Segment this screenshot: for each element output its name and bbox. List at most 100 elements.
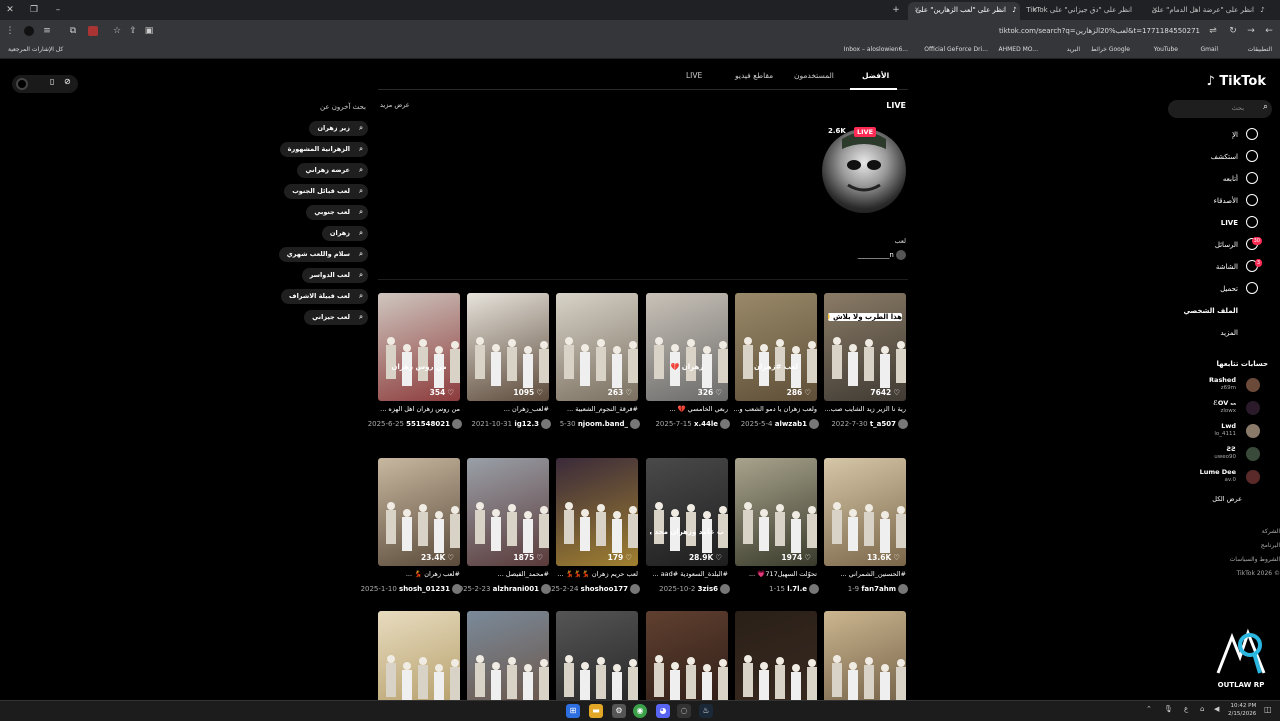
clock[interactable]: 10:42 PM 2/15/2026 — [1228, 702, 1256, 718]
bookmark-geforce[interactable]: Official GeForce Dri... — [924, 42, 988, 58]
extensions-puzzle-icon[interactable]: ⧉ — [66, 21, 80, 41]
bookmark-youtube[interactable]: YouTube — [1154, 42, 1178, 58]
following-account[interactable]: ℰOV ₛₐ zlowx — [1170, 398, 1260, 420]
close-tab-icon[interactable]: ✕ — [1152, 2, 1158, 18]
video-caption[interactable]: ولعب زهران يا دمو الشعب و... — [731, 405, 817, 413]
forward-icon[interactable]: → — [1244, 21, 1258, 41]
app-icon[interactable]: ◌ — [677, 704, 691, 718]
video-username[interactable]: x.44le — [694, 420, 718, 428]
nav-item-messages[interactable]: الرسائل 30 — [1168, 236, 1262, 254]
nav-item-compass[interactable]: استكشف — [1168, 148, 1258, 166]
mic-icon[interactable]: 🎙 — [1164, 705, 1173, 713]
share-icon[interactable]: ⇪ — [126, 21, 140, 41]
show-more-link[interactable]: عرض مزيد — [380, 101, 410, 109]
video-card[interactable]: 263 ♡ — [556, 293, 638, 401]
bookmark-maps[interactable]: خرائط Google — [1091, 42, 1130, 58]
toggle-icon[interactable] — [16, 78, 28, 90]
chrome-icon[interactable]: ◉ — [633, 704, 647, 718]
live-user[interactable]: n_________ — [858, 250, 906, 260]
video-caption[interactable]: #محمد_الفيصل ... — [463, 570, 549, 578]
video-caption[interactable]: #فرقة_النجوم_الشعبية ... — [552, 405, 638, 413]
device-icon[interactable]: ▯ — [50, 77, 54, 86]
related-search-chip[interactable]: ⌕ زهران — [321, 226, 368, 241]
footer-terms[interactable]: الشروط والسياسات — [1230, 553, 1280, 567]
video-username[interactable]: t_a507 — [870, 420, 896, 428]
language-icon[interactable]: ع — [1184, 705, 1188, 713]
install-app-icon[interactable]: ▣ — [142, 21, 156, 41]
video-username[interactable]: njoom.band_ — [578, 420, 628, 428]
see-all-link[interactable]: عرض الكل — [1212, 495, 1242, 503]
bookmark-gmail[interactable]: Gmail — [1200, 42, 1218, 58]
video-card[interactable]: 13.6K ♡ — [824, 458, 906, 566]
related-search-chip[interactable]: ⌕ عرضه زهراني — [297, 163, 368, 178]
reload-icon[interactable]: ↻ — [1226, 21, 1240, 41]
close-tab-icon[interactable]: ✕ — [1032, 2, 1038, 18]
settings-icon[interactable]: ⊘ — [64, 77, 71, 86]
extension-badge-icon[interactable] — [88, 26, 98, 36]
related-search-chip[interactable]: ⌕ لعب قبيلة الاشراف — [281, 289, 368, 304]
video-card[interactable]: من روس زهران 354 ♡ — [378, 293, 460, 401]
bookmark-apps[interactable]: التطبيقات — [1248, 42, 1272, 58]
related-search-chip[interactable]: ⌕ لعب قبائل الجنوب — [284, 184, 368, 199]
extension-icon[interactable]: ≡ — [40, 21, 54, 41]
following-account[interactable]: Rashed z69m — [1170, 375, 1260, 397]
menu-dots-icon[interactable]: ⋮ — [0, 21, 20, 41]
video-card[interactable]: 1095 ♡ — [467, 293, 549, 401]
steam-icon[interactable]: ♨ — [699, 704, 713, 718]
video-caption[interactable]: #الحسنين_الشمراني ... — [820, 570, 906, 578]
site-settings-icon[interactable]: ⇌ — [1206, 21, 1220, 41]
video-caption[interactable]: #البلدة_السعودية #aad ... — [642, 570, 728, 578]
video-card[interactable]: 1875 ♡ — [467, 458, 549, 566]
tab-videos[interactable]: مقاطع فيديو — [735, 71, 773, 80]
nav-item-upload[interactable]: تحميل — [1168, 280, 1258, 298]
close-tab-icon[interactable]: ✕ — [914, 2, 920, 18]
tab-top[interactable]: الأفضل — [862, 71, 889, 80]
video-card[interactable]: لعب #زهران 286 ♡ — [735, 293, 817, 401]
search-icon[interactable]: ⌕ — [1263, 102, 1268, 112]
video-username[interactable]: l.7l.e — [787, 585, 807, 593]
related-search-chip[interactable]: ⌕ الزهرانية المشهورة — [279, 142, 368, 157]
profile-avatar-icon[interactable] — [24, 26, 34, 36]
tiktok-logo[interactable]: ♪ TikTok — [1206, 74, 1266, 89]
video-username[interactable]: alzhrani001 — [493, 585, 539, 593]
following-account[interactable]: Lwd lo_4111 — [1170, 421, 1260, 443]
video-username[interactable]: shosh_01231 — [399, 585, 450, 593]
search-input[interactable]: بحث — [1232, 104, 1244, 112]
video-card[interactable]: 23.4K ♡ — [378, 458, 460, 566]
nav-item-friends[interactable]: الأصدقاء — [1168, 192, 1258, 210]
maximize-window-icon[interactable]: ❐ — [24, 0, 44, 20]
footer-company[interactable]: الشركة — [1230, 525, 1280, 539]
video-username[interactable]: fan7ahm — [861, 585, 896, 593]
close-window-icon[interactable]: ✕ — [0, 0, 20, 20]
file-explorer-icon[interactable]: ▬ — [589, 704, 603, 718]
live-avatar[interactable] — [822, 129, 906, 213]
video-caption[interactable]: ربعي الخامسي 💔 ... — [642, 405, 728, 413]
bookmark-star-icon[interactable]: ☆ — [110, 21, 124, 41]
new-tab-icon[interactable]: + — [886, 0, 906, 20]
browser-tab[interactable]: ✕ انظر على "لعب الزهارين" على ♪ — [908, 2, 1020, 20]
related-search-chip[interactable]: ⌕ لعب جنوبي — [306, 205, 368, 220]
nav-item-profile[interactable]: الملف الشخصي — [1168, 302, 1258, 320]
video-caption[interactable]: لعب حريم زهران 💃💃💃 ... — [552, 570, 638, 578]
video-username[interactable]: shoshoo177 — [581, 585, 628, 593]
video-username[interactable]: 3zis6 — [698, 585, 718, 593]
footer-program[interactable]: البرنامج — [1230, 539, 1280, 553]
tab-users[interactable]: المستخدمون — [794, 71, 834, 80]
settings-app-icon[interactable]: ⚙ — [612, 704, 626, 718]
url-field[interactable]: tiktok.com/search?q=لعب%20الزهارين&t=177… — [160, 23, 1200, 39]
volume-icon[interactable]: ◀ — [1214, 705, 1219, 713]
bookmark-mail[interactable]: البريد — [1067, 42, 1080, 58]
video-caption[interactable]: تحوّلت السهيل717💗 ... — [731, 570, 817, 578]
browser-tab[interactable]: ✕ انظر على "دق جيزاني" على TikTok — [1026, 2, 1146, 20]
nav-item-following[interactable]: أتابعه — [1168, 170, 1258, 188]
start-icon[interactable]: ⊞ — [566, 704, 580, 718]
video-card[interactable]: 179 ♡ — [556, 458, 638, 566]
video-card[interactable]: هذا الطرب ولا بلاش 🙂🔥 7642♡ — [824, 293, 906, 401]
search-box[interactable]: ⌕ بحث — [1168, 100, 1272, 118]
video-card[interactable]: 1974 ♡ — [735, 458, 817, 566]
minimize-window-icon[interactable]: – — [48, 0, 68, 20]
related-search-chip[interactable]: ⌕ لعب جيزاني — [304, 310, 368, 325]
nav-item-more[interactable]: المزيد — [1168, 324, 1258, 342]
video-caption[interactable]: #لعب_زهران ... — [463, 405, 549, 413]
nav-item-inbox[interactable]: الشاشة 3 — [1168, 258, 1262, 276]
